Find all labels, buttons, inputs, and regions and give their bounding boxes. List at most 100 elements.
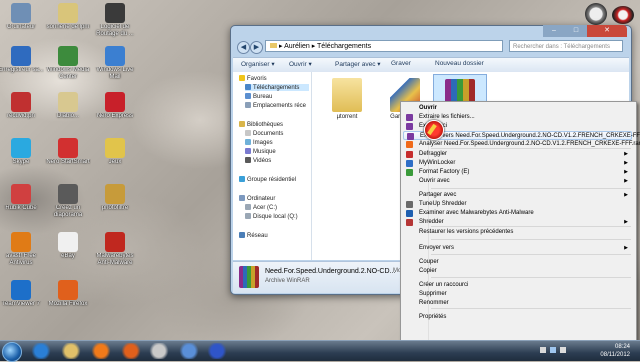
address-bar[interactable]: ▸ Aurélien ▸ Téléchargements: [265, 40, 503, 52]
desktop-icon[interactable]: eBay: [45, 232, 91, 260]
context-menu-item[interactable]: Partager avec ▶: [403, 191, 632, 200]
nav-telechargements[interactable]: Téléchargements: [245, 84, 309, 91]
clock[interactable]: 08:24 08/11/2012: [600, 343, 630, 359]
search-input[interactable]: Rechercher dans : Téléchargements: [509, 40, 623, 52]
desktop-icon[interactable]: Malwarebytes Anti-Malware: [92, 232, 138, 267]
context-menu-item[interactable]: Copier: [403, 267, 632, 276]
nav-bureau[interactable]: Bureau: [245, 93, 272, 100]
desktop-icon[interactable]: Créez un diaporama: [45, 184, 91, 219]
context-menu-item[interactable]: Renommer: [403, 299, 632, 308]
nav-favoris[interactable]: Favoris: [239, 75, 267, 82]
context-menu-item[interactable]: Format Factory (E) ▶: [403, 168, 632, 177]
submenu-arrow-icon: ▶: [624, 169, 628, 175]
tray-volume-icon[interactable]: [560, 347, 566, 353]
desktop-icon-label: Logiciel de Routage du ...: [96, 24, 134, 37]
apps-icon[interactable]: [178, 343, 200, 359]
nav-documents[interactable]: Documents: [245, 130, 283, 137]
tray-flag-icon[interactable]: [540, 347, 546, 353]
menu-item-label: Extraire les fichiers...: [419, 114, 475, 120]
firefox-icon[interactable]: [120, 343, 142, 359]
desktop-icon-label: sonnerie de lpm: [46, 24, 90, 30]
menu-item-icon: [406, 151, 413, 158]
file-item[interactable]: µtorrent: [321, 78, 373, 120]
desktop-icon[interactable]: recuvid.pn: [0, 92, 44, 120]
context-menu-item[interactable]: TuneUp Shredder: [403, 200, 632, 209]
desktop-icon-label: Mozilla Firefox: [48, 301, 88, 307]
app-icon: [105, 232, 125, 252]
desktop-icon-label: Malwarebytes Anti-Malware: [96, 253, 134, 266]
network-icon: [239, 232, 245, 238]
ie-icon[interactable]: [30, 343, 52, 359]
desktop-icon[interactable]: Jeux: [92, 138, 138, 166]
nav-emplacements[interactable]: Emplacements réce: [245, 102, 306, 109]
desktop-icon[interactable]: Windows Media Center: [45, 46, 91, 81]
menu-item-label: Defraggler: [419, 151, 448, 157]
context-menu-item[interactable]: Ouvrir: [403, 104, 632, 113]
app-icon: [11, 3, 31, 23]
desktop-icon[interactable]: sonnerie de lpm: [45, 3, 91, 31]
context-menu-item[interactable]: Couper: [403, 258, 632, 267]
nav-images[interactable]: Images: [245, 139, 273, 146]
desktop-icon-label: recuvid.pn: [7, 113, 35, 119]
desktop-icon[interactable]: TeamViewer 7: [0, 280, 44, 308]
nav-disque[interactable]: Disque local (Q:): [245, 213, 298, 220]
desktop-icon[interactable]: Nero StartSmart: [45, 138, 91, 166]
start-button[interactable]: [2, 342, 22, 362]
explorer-icon[interactable]: [60, 343, 82, 359]
nav-musique[interactable]: Musique: [245, 148, 276, 155]
desktop-icon[interactable]: Logiciel de Routage du ...: [92, 3, 138, 38]
nav-groupe[interactable]: Groupe résidentiel: [239, 176, 296, 183]
desktop-icon[interactable]: Rubik Cube: [0, 184, 44, 212]
context-menu-item[interactable]: Defraggler ▶: [403, 150, 632, 159]
desktop-icon-label: Ordinateur: [6, 24, 36, 30]
share-button[interactable]: Partager avec ▾: [335, 60, 381, 68]
desktop-icon-label: photofiltre: [101, 205, 129, 211]
desktop-icon[interactable]: Nero Express: [92, 92, 138, 120]
nav-reseau[interactable]: Réseau: [239, 232, 268, 239]
desktop-icon[interactable]: Skype: [0, 138, 44, 166]
submenu-arrow-icon: ▶: [624, 151, 628, 157]
details-type: Archive WinRAR: [265, 278, 310, 284]
media-player-icon[interactable]: [90, 343, 112, 359]
context-menu-item[interactable]: Créer un raccourci: [403, 281, 632, 290]
forward-button[interactable]: ▶: [250, 41, 263, 54]
context-menu-item[interactable]: Supprimer: [403, 290, 632, 299]
context-menu-item[interactable]: Examiner avec Malwarebytes Anti-Malware: [403, 209, 632, 218]
desktop-icon[interactable]: Mozilla Firefox: [45, 280, 91, 308]
desktop-icon[interactable]: Ordinateur: [0, 3, 44, 31]
pencil-icon: [427, 123, 437, 136]
back-button[interactable]: ◀: [237, 41, 250, 54]
context-menu-item[interactable]: Restaurer les versions précédentes: [403, 228, 632, 237]
tray-icons: [540, 347, 580, 355]
context-menu-item[interactable]: Ouvrir avec ▶: [403, 177, 632, 186]
maximize-button[interactable]: □: [565, 25, 587, 37]
paint-icon[interactable]: [148, 343, 170, 359]
winrar-archive-icon: [239, 266, 259, 288]
desktop-icon[interactable]: Diablo...: [45, 92, 91, 120]
app-icon: [58, 46, 78, 66]
desktop-icon-label: Nero StartSmart: [46, 159, 90, 165]
burn-button[interactable]: Graver: [391, 60, 411, 67]
app-icon: [58, 232, 78, 252]
music-icon: [245, 148, 251, 154]
tray-network-icon[interactable]: [550, 347, 556, 353]
nav-acer[interactable]: Acer (C:): [245, 204, 277, 211]
minimize-button[interactable]: –: [543, 25, 565, 37]
folder-icon: [332, 78, 362, 112]
download-folder-icon: [245, 84, 251, 90]
nav-bibliotheques[interactable]: Bibliothèques: [239, 121, 283, 128]
desktop-icon[interactable]: avast! Free Antivirus: [0, 232, 44, 267]
nav-videos[interactable]: Vidéos: [245, 157, 271, 164]
desktop-icon[interactable]: Windows Live Mail: [92, 46, 138, 81]
close-button[interactable]: ✕: [587, 25, 627, 37]
new-folder-button[interactable]: Nouveau dossier: [435, 60, 484, 67]
desktop-icon[interactable]: Enregistreur sa...: [0, 46, 44, 74]
organize-button[interactable]: Organiser ▾: [241, 60, 275, 68]
context-menu-item[interactable]: Propriétés: [403, 313, 632, 322]
context-menu-item[interactable]: MyWinLocker ▶: [403, 159, 632, 168]
screen-icon[interactable]: [206, 343, 228, 359]
open-button[interactable]: Ouvrir ▾: [289, 60, 312, 68]
desktop-icon[interactable]: photofiltre: [92, 184, 138, 212]
context-menu-item[interactable]: Envoyer vers ▶: [403, 244, 632, 253]
nav-ordinateur[interactable]: Ordinateur: [239, 195, 275, 202]
